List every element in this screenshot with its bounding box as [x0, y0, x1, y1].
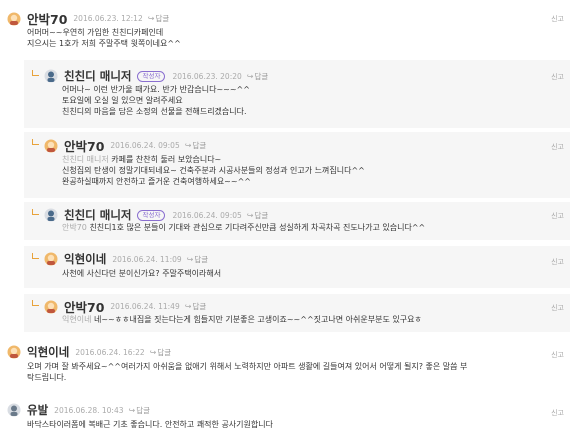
- reply-button[interactable]: ↪ 답글: [185, 140, 207, 151]
- reply-indicator-icon: [32, 300, 39, 306]
- reply-button[interactable]: ↪ 답글: [185, 301, 207, 312]
- comment-body: 안박70 친친디1호 많은 분들이 기대와 관심으로 기다려주신만큼 성실하게 …: [62, 222, 425, 233]
- avatar-icon[interactable]: [44, 300, 58, 314]
- report-button[interactable]: 신고: [551, 72, 564, 82]
- author-name[interactable]: 유발: [27, 402, 48, 418]
- comment-header: 친친디 매니저 작성자 2016.06.23. 20:20 ↪ 답글: [44, 68, 268, 84]
- avatar-icon[interactable]: [7, 12, 21, 26]
- reply-arrow-icon: ↪: [184, 302, 192, 311]
- reply-label: 답글: [254, 210, 269, 220]
- avatar-icon[interactable]: [44, 69, 58, 83]
- comment-date: 2016.06.23. 20:20: [172, 71, 242, 81]
- comment-date: 2016.06.24. 11:49: [110, 302, 180, 311]
- report-button[interactable]: 신고: [551, 303, 564, 313]
- avatar-icon[interactable]: [44, 252, 58, 266]
- author-name[interactable]: 안박70: [27, 9, 67, 28]
- reply-indicator-icon: [32, 253, 39, 259]
- reply-button[interactable]: ↪ 답글: [187, 254, 209, 265]
- report-button[interactable]: 신고: [551, 350, 564, 360]
- comment-header: 익현이네 2016.06.24. 11:09 ↪ 답글: [44, 251, 208, 267]
- reply-label: 답글: [192, 302, 207, 311]
- comment-date: 2016.06.24. 09:05: [110, 141, 180, 150]
- avatar-icon[interactable]: [7, 403, 21, 417]
- reply-label: 답글: [254, 71, 269, 81]
- reply-button[interactable]: ↪ 답글: [247, 210, 269, 221]
- report-button[interactable]: 신고: [551, 408, 564, 418]
- comment-body: 어머나~ 이런 반가울 때가요. 반가 반갑습니다~~~^^ 토요일에 오실 일…: [62, 85, 250, 116]
- reply-label: 답글: [155, 14, 170, 23]
- reply-button[interactable]: ↪ 답글: [148, 13, 170, 24]
- author-name[interactable]: 익현이네: [64, 251, 106, 267]
- comment-header: 친친디 매니저 작성자 2016.06.24. 09:05 ↪ 답글: [44, 207, 268, 223]
- comment-date: 2016.06.23. 12:12: [73, 14, 143, 23]
- comment-header: 유발 2016.06.28. 10:43 ↪ 답글: [7, 402, 150, 418]
- reply-indicator-icon: [32, 70, 39, 76]
- writer-badge: 작성자: [137, 70, 166, 82]
- comment-header: 익현이네 2016.06.24. 16:22 ↪ 답글: [7, 344, 171, 360]
- reply-button[interactable]: ↪ 답글: [150, 347, 172, 358]
- comment-date: 2016.06.24. 11:09: [112, 254, 182, 264]
- reply-arrow-icon: ↪: [149, 347, 157, 357]
- comment-body: 익현이네 네~~ㅎㅎ내집을 짓는다는게 힘들지만 기분좋은 고생이죠~~^^짓고…: [62, 314, 422, 325]
- writer-badge: 작성자: [137, 209, 166, 221]
- author-name[interactable]: 안박70: [64, 136, 104, 155]
- comment-text: 네~~ㅎㅎ내집을 짓는다는게 힘들지만 기분좋은 고생이죠~~^^짓고나면 아쉬…: [91, 315, 422, 324]
- avatar-icon[interactable]: [44, 139, 58, 153]
- author-name[interactable]: 친친디 매니저: [64, 68, 131, 84]
- reply-button[interactable]: ↪ 답글: [247, 71, 269, 82]
- reply-label: 답글: [194, 254, 209, 264]
- reply-button[interactable]: ↪ 답글: [129, 405, 151, 416]
- reply-label: 답글: [192, 141, 207, 150]
- comment-body: 사천에 사신다던 분이신가요? 주말주택이라해서: [62, 269, 222, 278]
- avatar-icon[interactable]: [7, 345, 21, 359]
- comment-text: 친친디1호 많은 분들이 기대와 관심으로 기다려주신만큼 성실하게 차곡차곡 …: [86, 223, 426, 232]
- author-name[interactable]: 친친디 매니저: [64, 207, 131, 223]
- report-button[interactable]: 신고: [551, 211, 564, 221]
- comment-body: 친친디 매니저 카페를 찬찬히 둘러 보았습니다~ 신청집의 탄생이 정말기대되네…: [62, 154, 365, 187]
- comment-body: 오며 가며 잘 봐주세요~^^여러가지 아쉬움을 없애기 위해서 노력하지만 아…: [27, 362, 468, 382]
- comment-header: 안박70 2016.06.23. 12:12 ↪ 답글: [7, 9, 169, 28]
- author-name[interactable]: 익현이네: [27, 344, 69, 360]
- reply-arrow-icon: ↪: [246, 71, 254, 81]
- report-button[interactable]: 신고: [551, 142, 564, 152]
- comment-text: 카페를 찬찬히 둘러 보았습니다~: [108, 155, 222, 164]
- comment-body: 어머머~~우연히 가입한 친친디카페인데 지으시는 1호가 저희 주말주택 윗쪽…: [27, 28, 181, 48]
- reply-indicator-icon: [32, 139, 39, 145]
- mention-link[interactable]: 익현이네: [62, 315, 91, 324]
- mention-link[interactable]: 친친디 매니저: [62, 155, 109, 164]
- report-button[interactable]: 신고: [551, 14, 564, 24]
- avatar-icon[interactable]: [44, 208, 58, 222]
- reply-label: 답글: [136, 405, 151, 415]
- comment-body: 바닥스타이러폼에 복배근 기초 좋습니다. 안전하고 쾌적한 공사기원합니다: [27, 420, 273, 429]
- comment-text: 신청집의 탄생이 정말기대되네요~ 건축주분과 시공사분들의 정성과 인고가 느…: [62, 166, 365, 186]
- comment-header: 안박70 2016.06.24. 09:05 ↪ 답글: [44, 136, 206, 155]
- reply-arrow-icon: ↪: [246, 210, 254, 220]
- comment-date: 2016.06.24. 09:05: [172, 210, 242, 220]
- reply-arrow-icon: ↪: [128, 405, 136, 415]
- reply-arrow-icon: ↪: [184, 141, 192, 150]
- comment-date: 2016.06.24. 16:22: [75, 347, 145, 357]
- mention-link[interactable]: 안박70: [62, 223, 87, 232]
- report-button[interactable]: 신고: [551, 257, 564, 267]
- reply-arrow-icon: ↪: [186, 254, 194, 264]
- comment-date: 2016.06.28. 10:43: [54, 405, 124, 415]
- reply-arrow-icon: ↪: [147, 14, 155, 23]
- reply-label: 답글: [157, 347, 172, 357]
- reply-indicator-icon: [32, 209, 39, 215]
